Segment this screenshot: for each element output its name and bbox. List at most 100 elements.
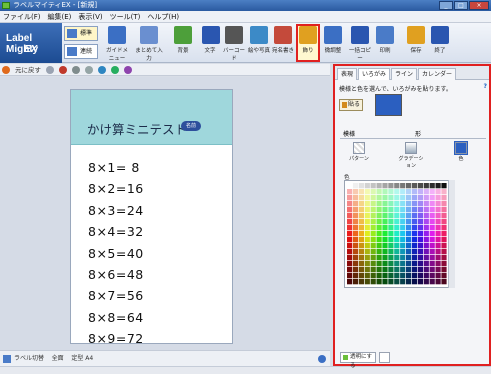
palette-cell[interactable]: [352, 225, 359, 231]
palette-cell[interactable]: [406, 189, 412, 195]
palette-cell[interactable]: [358, 267, 364, 273]
palette-cell[interactable]: [364, 261, 370, 267]
palette-cell[interactable]: [382, 243, 388, 249]
palette-cell[interactable]: [376, 183, 382, 189]
palette-cell[interactable]: [364, 231, 370, 237]
palette-cell[interactable]: [347, 225, 353, 231]
palette-cell[interactable]: [400, 183, 406, 189]
palette-cell[interactable]: [435, 261, 441, 267]
palette-cell[interactable]: [435, 249, 441, 255]
small-option-button[interactable]: [379, 352, 390, 363]
palette-cell[interactable]: [435, 207, 441, 213]
palette-cell[interactable]: [394, 267, 400, 273]
align-icon[interactable]: [98, 65, 106, 74]
palette-cell[interactable]: [352, 207, 359, 213]
palette-cell[interactable]: [394, 219, 400, 225]
palette-cell[interactable]: [406, 243, 412, 249]
palette-cell[interactable]: [358, 255, 364, 261]
palette-cell[interactable]: [400, 207, 406, 213]
ribbon-print-button[interactable]: 印刷: [374, 25, 396, 61]
palette-cell[interactable]: [347, 189, 353, 195]
palette-cell[interactable]: [435, 267, 441, 273]
ribbon-fine-adjust-button[interactable]: 微調整: [323, 25, 343, 61]
palette-cell[interactable]: [370, 231, 376, 237]
palette-cell[interactable]: [347, 237, 353, 243]
subtab-pattern[interactable]: 模様: [343, 130, 355, 139]
copy-icon[interactable]: [72, 65, 80, 74]
palette-cell[interactable]: [441, 273, 447, 279]
palette-cell[interactable]: [364, 255, 370, 261]
ribbon-batch-input-button[interactable]: まとめて入力: [135, 25, 163, 62]
cut-icon[interactable]: [59, 65, 67, 74]
palette-cell[interactable]: [388, 267, 394, 273]
palette-cell[interactable]: [406, 183, 412, 189]
paste-button[interactable]: 貼る: [339, 99, 363, 111]
palette-cell[interactable]: [347, 243, 353, 249]
palette-cell[interactable]: [411, 279, 418, 285]
palette-cell[interactable]: [370, 225, 376, 231]
palette-cell[interactable]: [358, 231, 364, 237]
palette-cell[interactable]: [388, 201, 394, 207]
palette-cell[interactable]: [417, 243, 423, 249]
palette-cell[interactable]: [364, 279, 370, 285]
palette-cell[interactable]: [376, 201, 382, 207]
palette-cell[interactable]: [370, 261, 376, 267]
palette-cell[interactable]: [382, 213, 388, 219]
palette-cell[interactable]: [364, 213, 370, 219]
palette-cell[interactable]: [347, 249, 353, 255]
palette-cell[interactable]: [376, 231, 382, 237]
palette-cell[interactable]: [382, 195, 388, 201]
palette-cell[interactable]: [435, 231, 441, 237]
palette-cell[interactable]: [370, 255, 376, 261]
palette-cell[interactable]: [441, 237, 447, 243]
palette-cell[interactable]: [423, 195, 429, 201]
palette-cell[interactable]: [400, 219, 406, 225]
close-button[interactable]: ×: [469, 1, 489, 10]
color-grid[interactable]: [347, 183, 448, 285]
palette-cell[interactable]: [388, 255, 394, 261]
palette-cell[interactable]: [370, 267, 376, 273]
palette-cell[interactable]: [435, 225, 441, 231]
palette-cell[interactable]: [382, 279, 388, 285]
palette-cell[interactable]: [352, 261, 359, 267]
ribbon-text-button[interactable]: 文字: [202, 25, 220, 61]
palette-cell[interactable]: [441, 243, 447, 249]
palette-cell[interactable]: [429, 249, 435, 255]
palette-cell[interactable]: [423, 279, 429, 285]
palette-cell[interactable]: [435, 243, 441, 249]
palette-cell[interactable]: [400, 213, 406, 219]
palette-cell[interactable]: [417, 267, 423, 273]
palette-cell[interactable]: [406, 225, 412, 231]
palette-cell[interactable]: [358, 207, 364, 213]
palette-cell[interactable]: [441, 213, 447, 219]
palette-cell[interactable]: [441, 261, 447, 267]
subtab-shape[interactable]: 形: [415, 130, 421, 139]
palette-cell[interactable]: [394, 207, 400, 213]
card-title[interactable]: かけ算ミニテスト: [87, 119, 187, 138]
ribbon-address-button[interactable]: 宛名書き: [272, 25, 294, 61]
palette-cell[interactable]: [394, 201, 400, 207]
palette-cell[interactable]: [376, 279, 382, 285]
tab-expression[interactable]: 表現: [337, 68, 358, 80]
palette-cell[interactable]: [347, 207, 353, 213]
redo-icon[interactable]: [46, 65, 54, 74]
equation-row[interactable]: 8×4=32: [88, 224, 144, 245]
palette-cell[interactable]: [347, 231, 353, 237]
palette-cell[interactable]: [423, 243, 429, 249]
tab-irogami[interactable]: いろがみ: [358, 68, 391, 80]
palette-cell[interactable]: [358, 183, 364, 189]
palette-cell[interactable]: [406, 201, 412, 207]
palette-cell[interactable]: [388, 237, 394, 243]
palette-cell[interactable]: [382, 201, 388, 207]
equation-row[interactable]: 8×3=24: [88, 203, 144, 224]
equation-row[interactable]: 8×5=40: [88, 246, 144, 267]
palette-cell[interactable]: [358, 201, 364, 207]
palette-cell[interactable]: [400, 255, 406, 261]
palette-cell[interactable]: [406, 267, 412, 273]
palette-cell[interactable]: [400, 279, 406, 285]
palette-cell[interactable]: [370, 237, 376, 243]
palette-cell[interactable]: [382, 231, 388, 237]
palette-cell[interactable]: [347, 219, 353, 225]
palette-cell[interactable]: [376, 255, 382, 261]
palette-cell[interactable]: [435, 279, 441, 285]
